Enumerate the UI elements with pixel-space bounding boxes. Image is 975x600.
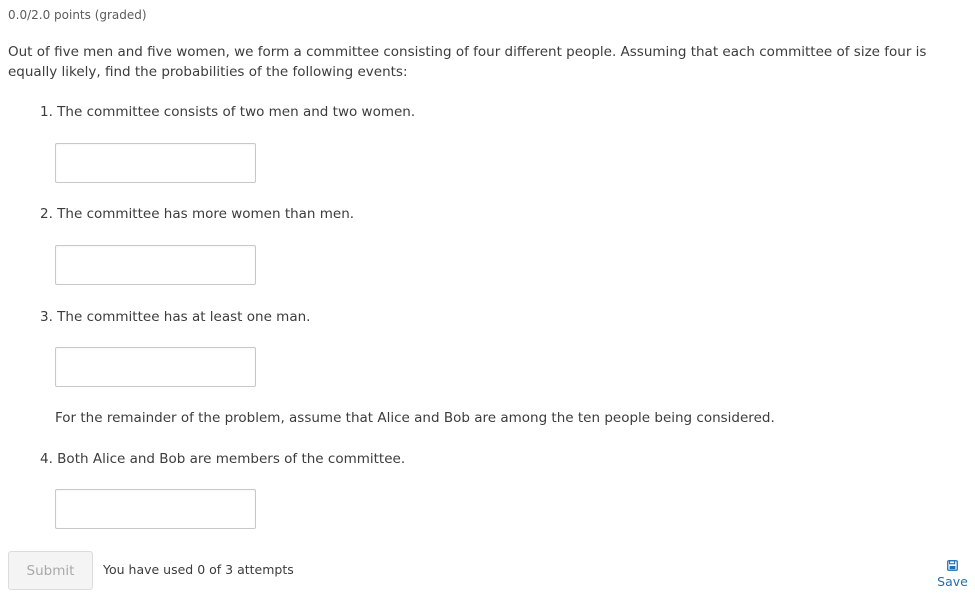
save-button[interactable]: Save [930, 560, 975, 596]
question-3-label: 3. The committee has at least one man. [40, 309, 311, 325]
question-2-label: 2. The committee has more women than men… [40, 206, 355, 222]
question-1-label: 1. The committee consists of two men and… [40, 104, 416, 120]
save-label: Save [937, 574, 968, 589]
attempts-text: You have used 0 of 3 attempts [103, 562, 294, 577]
submit-button[interactable]: Submit [8, 551, 93, 590]
answer-2-input[interactable] [55, 245, 256, 285]
problem-points: 0.0/2.0 points (graded) [8, 8, 147, 22]
problem-intro: Out of five men and five women, we form … [8, 44, 927, 80]
problem-note: For the remainder of the problem, assume… [55, 410, 775, 426]
answer-1-input[interactable] [55, 143, 256, 183]
floppy-disk-icon [930, 560, 975, 571]
question-4-label: 4. Both Alice and Bob are members of the… [40, 451, 406, 467]
answer-3-input[interactable] [55, 347, 256, 387]
answer-4-input[interactable] [55, 489, 256, 529]
